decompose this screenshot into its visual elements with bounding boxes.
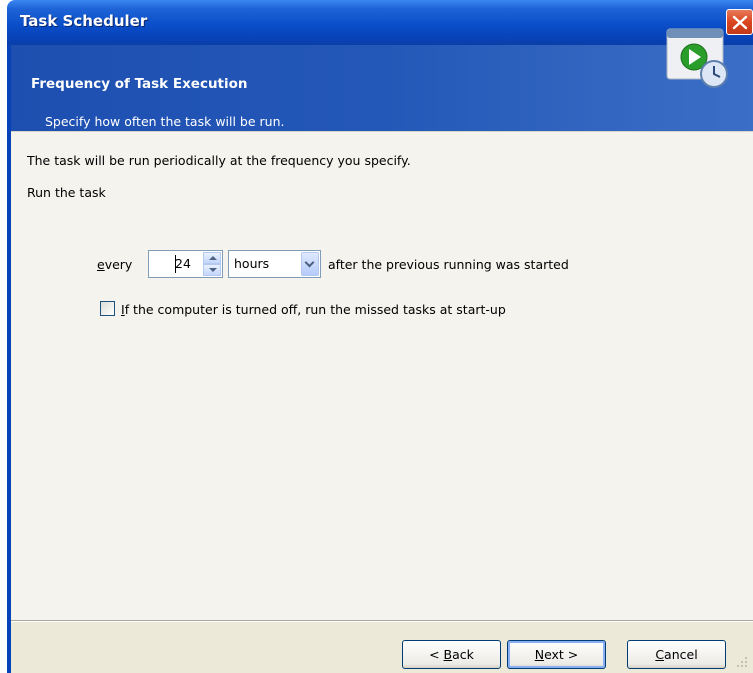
title-bar[interactable]: Task Scheduler	[7, 0, 753, 45]
spin-up-button[interactable]	[203, 252, 221, 264]
wizard-header: Frequency of Task Execution Specify how …	[11, 45, 753, 131]
interval-spinbox[interactable]: 24	[148, 250, 223, 278]
dropdown-arrow-icon[interactable]	[301, 252, 319, 276]
missed-tasks-label[interactable]: If the computer is turned off, run the m…	[121, 302, 506, 317]
back-button[interactable]: < Back	[402, 640, 501, 669]
run-task-label: Run the task	[27, 185, 106, 200]
unit-selected-value: hours	[234, 256, 270, 271]
header-title: Frequency of Task Execution	[31, 76, 248, 92]
header-subtitle: Specify how often the task will be run.	[45, 114, 285, 129]
interval-unit-select[interactable]: hours	[228, 250, 321, 278]
task-schedule-icon	[666, 28, 728, 88]
missed-tasks-checkbox[interactable]	[100, 301, 115, 316]
resize-grip-icon[interactable]	[735, 655, 749, 669]
close-icon	[732, 15, 748, 30]
cancel-button[interactable]: Cancel	[627, 640, 726, 669]
every-label: every	[97, 257, 133, 272]
wizard-content	[11, 131, 753, 620]
spin-buttons	[203, 252, 221, 276]
intro-text: The task will be run periodically at the…	[27, 153, 411, 168]
next-button[interactable]: Next >	[507, 640, 606, 669]
window-title: Task Scheduler	[20, 12, 148, 30]
interval-value: 24	[175, 256, 191, 271]
spin-down-button[interactable]	[203, 264, 221, 276]
after-text: after the previous running was started	[328, 257, 569, 272]
